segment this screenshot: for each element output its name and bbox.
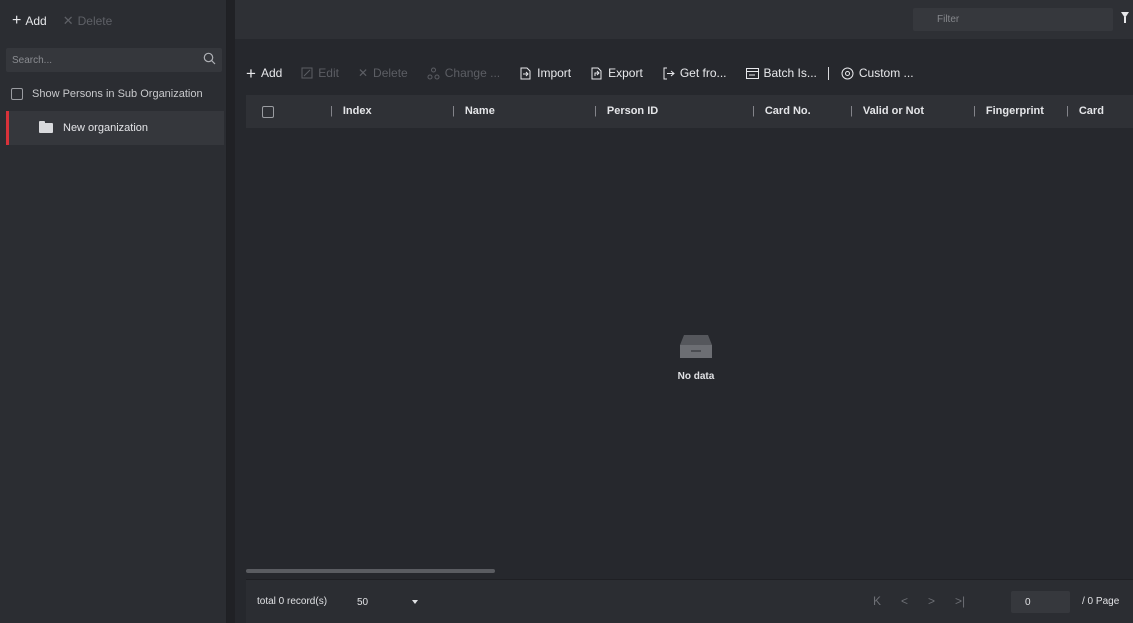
batch-issue-label: Batch Is... — [763, 66, 817, 80]
search-icon[interactable] — [203, 52, 216, 65]
filter-input[interactable] — [913, 8, 1103, 31]
edit-person-button[interactable]: Edit — [301, 66, 339, 80]
first-page-icon[interactable]: K — [873, 594, 881, 608]
page-number-box — [1011, 591, 1070, 613]
page-size-value: 50 — [357, 596, 369, 608]
import-icon — [520, 67, 531, 79]
select-all-checkbox[interactable] — [262, 106, 274, 118]
show-sub-organization-label: Show Persons in Sub Organization — [32, 88, 203, 100]
organization-search — [6, 48, 222, 72]
filter-box — [913, 8, 1113, 31]
organization-toolbar: + Add ✕ Delete — [0, 0, 226, 41]
chevron-down-icon — [412, 600, 418, 604]
delete-organization-button[interactable]: ✕ Delete — [63, 14, 113, 28]
empty-state: No data — [666, 333, 726, 382]
import-label: Import — [537, 66, 572, 80]
add-organization-label: Add — [25, 13, 47, 28]
column-header-person-id[interactable]: | Person ID — [594, 105, 658, 117]
person-list-area: + Add Edit ✕ Delete Change ... Import Ex… — [246, 39, 1133, 623]
export-icon — [591, 67, 602, 79]
change-organization-label: Change ... — [444, 66, 501, 80]
person-toolbar: + Add Edit ✕ Delete Change ... Import Ex… — [246, 60, 933, 86]
plus-icon: + — [12, 11, 22, 29]
previous-page-icon[interactable]: < — [901, 594, 908, 608]
column-header-card[interactable]: | Card — [1066, 105, 1104, 117]
add-organization-button[interactable]: + Add — [12, 11, 47, 29]
organization-panel: + Add ✕ Delete Show Persons in Sub Organ… — [0, 0, 227, 623]
get-from-device-button[interactable]: Get fro... — [662, 66, 727, 80]
column-header-name[interactable]: | Name — [452, 105, 495, 117]
folder-icon — [39, 121, 53, 133]
column-header-label: Fingerprint — [985, 105, 1044, 117]
close-icon: ✕ — [62, 13, 74, 28]
column-header-label: Valid or Not — [862, 105, 924, 117]
organization-search-input[interactable] — [12, 54, 192, 66]
get-from-device-label: Get fro... — [679, 66, 727, 80]
delete-person-button[interactable]: ✕ Delete — [358, 66, 408, 80]
gear-icon — [841, 67, 854, 79]
delete-person-label: Delete — [373, 66, 408, 80]
pagination-footer: total 0 record(s) 50 K < > >| / 0 Page — [246, 579, 1133, 623]
show-sub-organization-toggle[interactable]: Show Persons in Sub Organization — [11, 88, 203, 100]
column-header-fingerprint[interactable]: | Fingerprint — [973, 105, 1044, 117]
selection-indicator — [6, 111, 9, 145]
column-header-card-no[interactable]: | Card No. — [752, 105, 811, 117]
empty-tray-icon — [679, 333, 713, 359]
delete-organization-label: Delete — [77, 13, 113, 28]
last-page-icon[interactable]: >| — [955, 594, 965, 608]
batch-issue-button[interactable]: Batch Is... — [745, 66, 817, 80]
export-button[interactable]: Export — [590, 66, 643, 80]
column-header-valid-or-not[interactable]: | Valid or Not — [850, 105, 924, 117]
card-icon — [745, 67, 759, 79]
org-tree-item-label: New organization — [63, 122, 148, 134]
total-records: total 0 record(s) — [257, 596, 328, 607]
empty-state-text: No data — [677, 371, 715, 382]
column-header-label: Person ID — [606, 105, 659, 117]
edit-icon — [301, 67, 313, 79]
edit-person-label: Edit — [318, 66, 339, 80]
page-number-input[interactable] — [1011, 591, 1070, 613]
column-header-label: Name — [464, 105, 495, 117]
column-header-label: Card — [1078, 105, 1104, 117]
next-page-icon[interactable]: > — [928, 594, 935, 608]
custom-property-label: Custom ... — [858, 66, 914, 80]
toolbar-divider — [827, 66, 829, 80]
filter-icon[interactable] — [1121, 12, 1129, 23]
page-size-select[interactable]: 50 — [351, 591, 424, 613]
change-organization-icon — [427, 67, 440, 79]
top-bar — [235, 0, 1133, 39]
page-total: / 0 Page — [1082, 596, 1120, 607]
add-person-label: Add — [260, 66, 283, 80]
import-button[interactable]: Import — [519, 66, 571, 80]
panel-splitter[interactable] — [227, 0, 235, 623]
horizontal-scrollbar[interactable] — [246, 569, 495, 573]
pager-controls: K < > >| — [873, 594, 965, 608]
table-header: | Index | Name | Person ID | Card No. | Valid… — [246, 95, 1133, 128]
show-sub-organization-checkbox[interactable] — [11, 88, 23, 100]
column-header-label: Index — [342, 105, 372, 117]
column-header-index[interactable]: | Index — [330, 105, 372, 117]
change-organization-button[interactable]: Change ... — [427, 66, 500, 80]
column-header-label: Card No. — [764, 105, 811, 117]
custom-property-button[interactable]: Custom ... — [841, 66, 914, 80]
export-label: Export — [608, 66, 643, 80]
org-tree-item-new-organization[interactable]: New organization — [6, 111, 224, 145]
close-icon: ✕ — [357, 66, 369, 80]
add-person-button[interactable]: + Add — [246, 65, 282, 82]
get-from-device-icon — [663, 67, 675, 79]
plus-icon: + — [246, 63, 256, 83]
